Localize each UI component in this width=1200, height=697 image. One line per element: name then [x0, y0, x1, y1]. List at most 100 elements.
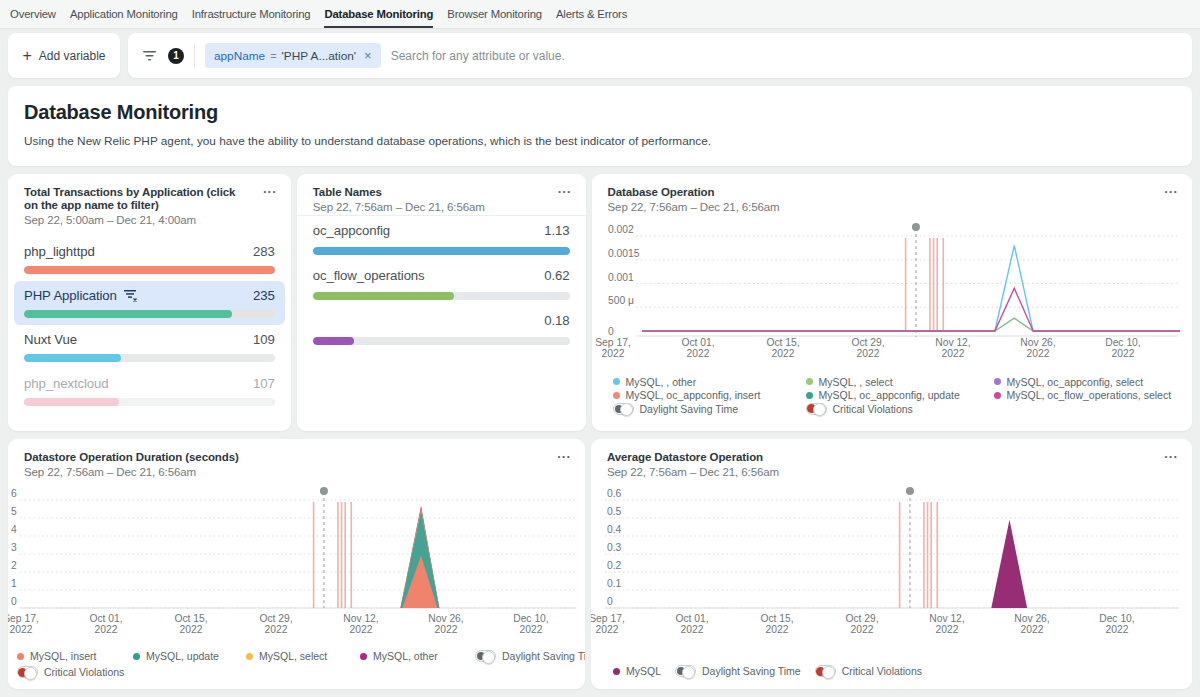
toggle-switch[interactable] — [475, 650, 496, 662]
legend-item[interactable]: MySQL, oc_appconfig, select — [994, 375, 1172, 389]
add-variable-label: Add variable — [39, 49, 106, 63]
svg-text:2022: 2022 — [10, 624, 33, 635]
panel-menu-icon[interactable]: ... — [263, 181, 277, 196]
app-row[interactable]: Nuxt Vue109 — [14, 325, 285, 369]
svg-text:2022: 2022 — [265, 624, 288, 635]
svg-text:0.001: 0.001 — [608, 272, 634, 283]
legend-toggle-daylight-saving-ti-[interactable]: Daylight Saving Ti... — [475, 650, 585, 662]
panel-menu-icon[interactable]: ... — [558, 181, 572, 196]
svg-text:0.4: 0.4 — [607, 524, 622, 535]
svg-text:0.6: 0.6 — [607, 488, 622, 499]
svg-text:2022: 2022 — [520, 624, 543, 635]
legend-item[interactable]: MySQL, , select — [806, 375, 994, 389]
legend-toggle-daylight-saving-time[interactable]: Daylight Saving Time — [613, 402, 806, 416]
legend-dot — [17, 653, 24, 660]
svg-text:0.002: 0.002 — [608, 224, 634, 235]
filter-count-badge: 1 — [168, 48, 184, 64]
svg-text:0.5: 0.5 — [607, 506, 622, 517]
svg-text:2022: 2022 — [1026, 348, 1049, 359]
svg-text:Oct 01,: Oct 01, — [681, 337, 714, 348]
toggle-switch[interactable] — [613, 403, 634, 415]
svg-text:Nov 26,: Nov 26, — [1020, 337, 1056, 348]
page-description: Using the New Relic PHP agent, you have … — [24, 134, 1176, 148]
tab-browser-monitoring[interactable]: Browser Monitoring — [447, 0, 542, 28]
tab-alerts-errors[interactable]: Alerts & Errors — [556, 0, 627, 28]
svg-text:2022: 2022 — [596, 624, 619, 635]
svg-text:0: 0 — [607, 596, 613, 607]
table-row[interactable]: oc_flow_operations0.62 — [313, 267, 570, 300]
svg-text:2022: 2022 — [681, 624, 704, 635]
legend-item[interactable]: MySQL, other — [360, 650, 475, 662]
toggle-switch[interactable] — [17, 666, 38, 678]
svg-text:500 μ: 500 μ — [608, 295, 634, 306]
tab-application-monitoring[interactable]: Application Monitoring — [70, 0, 178, 28]
panel-title: Total Transactions by Application (click… — [24, 186, 275, 212]
svg-text:0.0015: 0.0015 — [608, 248, 640, 259]
panel-title: Table Names — [313, 186, 570, 199]
app-row[interactable]: PHP Application235 — [14, 281, 285, 325]
legend-dot — [613, 378, 620, 385]
legend-dot — [806, 378, 813, 385]
legend-item[interactable]: MySQL, oc_appconfig, insert — [613, 389, 806, 403]
filter-bar[interactable]: 1 appName = 'PHP A...ation' × Search for… — [128, 33, 1192, 78]
svg-text:2022: 2022 — [936, 624, 959, 635]
toggle-switch[interactable] — [815, 665, 836, 677]
legend-toggle-critical-violations[interactable]: Critical Violations — [815, 665, 922, 677]
legend-dot — [613, 392, 620, 399]
legend-item[interactable]: MySQL, update — [133, 650, 246, 662]
legend-item[interactable]: MySQL, oc_flow_operations, select — [994, 389, 1172, 403]
legend-dot — [613, 668, 620, 675]
panel-date-range: Sep 22, 5:00am – Dec 21, 4:00am — [24, 214, 275, 226]
search-input[interactable]: Search for any attribute or value. — [391, 49, 565, 63]
tab-database-monitoring[interactable]: Database Monitoring — [324, 0, 433, 28]
legend-toggle-critical-violations[interactable]: Critical Violations — [17, 666, 124, 678]
toggle-switch[interactable] — [675, 665, 696, 677]
table-row[interactable]: 0.18 — [313, 312, 570, 345]
variable-toolbar: + Add variable 1 appName = 'PHP A...atio… — [8, 33, 1192, 78]
top-nav: Overview Application Monitoring Infrastruc… — [0, 0, 1200, 29]
app-row[interactable]: php_lighttpd283 — [14, 237, 285, 281]
add-variable-button[interactable]: + Add variable — [8, 33, 120, 78]
chip-value: 'PHP A...ation' — [282, 49, 356, 63]
divider — [194, 45, 195, 67]
filter-chip[interactable]: appName = 'PHP A...ation' × — [205, 43, 381, 68]
plus-icon: + — [22, 47, 31, 65]
panel-date-range: Sep 22, 7:56am – Dec 21, 6:56am — [313, 201, 570, 213]
svg-text:1: 1 — [11, 578, 17, 589]
svg-text:2: 2 — [11, 560, 17, 571]
filter-icon — [142, 49, 158, 63]
svg-text:0: 0 — [608, 326, 614, 337]
svg-text:2022: 2022 — [771, 348, 794, 359]
tab-overview[interactable]: Overview — [10, 0, 56, 28]
table-row[interactable]: oc_appconfig1.13 — [313, 222, 570, 255]
tab-infrastructure-monitoring[interactable]: Infrastructure Monitoring — [192, 0, 311, 28]
legend-item[interactable]: MySQL, insert — [17, 650, 133, 662]
chip-operator: = — [270, 50, 276, 62]
legend-toggle-daylight-saving-time[interactable]: Daylight Saving Time — [675, 665, 801, 677]
app-row[interactable]: php_nextcloud107 — [14, 369, 285, 413]
svg-text:Sep 17,: Sep 17, — [8, 613, 39, 624]
panel-table-names: Table Names Sep 22, 7:56am – Dec 21, 6:5… — [297, 174, 586, 431]
average-datastore-chart[interactable]: 0.60.50.40.30.20.10Sep 17,2022Oct 01,202… — [591, 439, 1192, 689]
svg-text:2022: 2022 — [766, 624, 789, 635]
svg-text:Nov 12,: Nov 12, — [935, 337, 971, 348]
page-title: Database Monitoring — [24, 101, 1176, 124]
svg-text:2022: 2022 — [601, 348, 624, 359]
legend-item[interactable]: MySQL, oc_appconfig, update — [806, 389, 994, 403]
svg-text:Dec 10,: Dec 10, — [1099, 613, 1135, 624]
toggle-switch[interactable] — [806, 403, 827, 415]
legend-item[interactable]: MySQL, , other — [613, 375, 806, 389]
svg-text:2022: 2022 — [686, 348, 709, 359]
legend-dot — [246, 653, 253, 660]
legend-dot — [806, 392, 813, 399]
legend-toggle-critical-violations[interactable]: Critical Violations — [806, 402, 994, 416]
legend-item[interactable]: MySQL — [613, 665, 661, 677]
svg-text:Sep 17,: Sep 17, — [595, 337, 631, 348]
legend-dot — [994, 378, 1001, 385]
remove-filter-icon[interactable] — [124, 289, 138, 302]
legend-item[interactable]: MySQL, select — [246, 650, 360, 662]
svg-text:2022: 2022 — [95, 624, 118, 635]
chip-remove-icon[interactable]: × — [364, 48, 372, 63]
svg-text:4: 4 — [11, 524, 17, 535]
svg-text:2022: 2022 — [1111, 348, 1134, 359]
